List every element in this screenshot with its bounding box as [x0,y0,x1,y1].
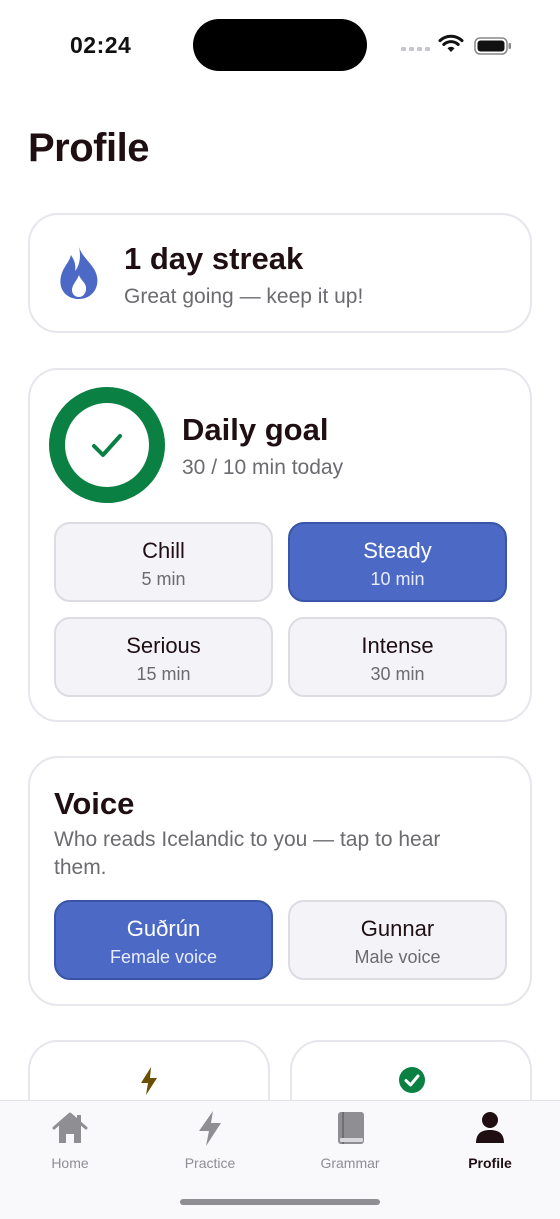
lightning-bolt-icon [141,1067,157,1095]
flame-icon [60,247,98,299]
daily-goal-card: Daily goal 30 / 10 min today Chill 5 min… [28,368,532,722]
voice-title: Voice [54,786,135,821]
goal-option-label: Chill [142,538,185,563]
status-time: 02:24 [70,32,132,58]
tab-label: Grammar [320,1155,380,1171]
check-circle-icon [399,1067,425,1093]
wifi-icon [438,34,464,52]
streak-subtitle: Great going — keep it up! [124,285,364,308]
voice-option-gunnar[interactable]: Gunnar Male voice [288,900,507,980]
tab-label: Practice [184,1155,236,1171]
tab-practice[interactable]: Practice [150,1109,270,1171]
goal-option-label: Steady [363,538,432,563]
cellular-signal-icon [401,47,430,51]
battery-icon [474,37,511,55]
house-icon [52,1112,88,1143]
voice-card: Voice Who reads Icelandic to you — tap t… [28,756,532,1006]
tab-home[interactable]: Home [10,1109,130,1171]
daily-goal-title: Daily goal [182,412,329,447]
lightning-bolt-icon [199,1111,221,1146]
daily-goal-progress: 30 / 10 min today [182,456,344,479]
goal-option-minutes: 5 min [141,569,186,589]
voice-option-type: Female voice [109,947,218,967]
goal-option-serious[interactable]: Serious 15 min [54,617,273,697]
tab-grammar[interactable]: Grammar [290,1109,410,1171]
voice-option-gudrun[interactable]: Guðrún Female voice [54,900,273,980]
streak-title: 1 day streak [124,241,304,276]
goal-option-minutes: 30 min [370,664,425,684]
checkmark-icon [92,434,122,457]
status-bar: 02:24 [0,0,560,90]
dynamic-island [193,19,367,71]
tab-profile[interactable]: Profile [430,1109,550,1171]
goal-progress-ring [49,387,165,503]
tab-label: Profile [468,1155,512,1171]
goal-option-intense[interactable]: Intense 30 min [288,617,507,697]
voice-option-name: Gunnar [360,916,435,941]
goal-option-chill[interactable]: Chill 5 min [54,522,273,602]
tab-label: Home [51,1155,89,1171]
voice-option-name: Guðrún [126,916,201,941]
page-title: Profile [28,126,149,170]
home-indicator [180,1199,380,1205]
streak-card: 1 day streak Great going — keep it up! [28,213,532,333]
book-icon [338,1112,364,1144]
voice-option-type: Male voice [354,947,441,967]
goal-option-label: Serious [126,633,201,658]
goal-option-minutes: 15 min [136,664,191,684]
goal-option-label: Intense [361,633,434,658]
voice-description: Who reads Icelandic to you — tap to hear… [54,828,441,879]
person-icon [476,1112,504,1143]
goal-option-minutes: 10 min [370,569,425,589]
goal-option-steady[interactable]: Steady 10 min [288,522,507,602]
